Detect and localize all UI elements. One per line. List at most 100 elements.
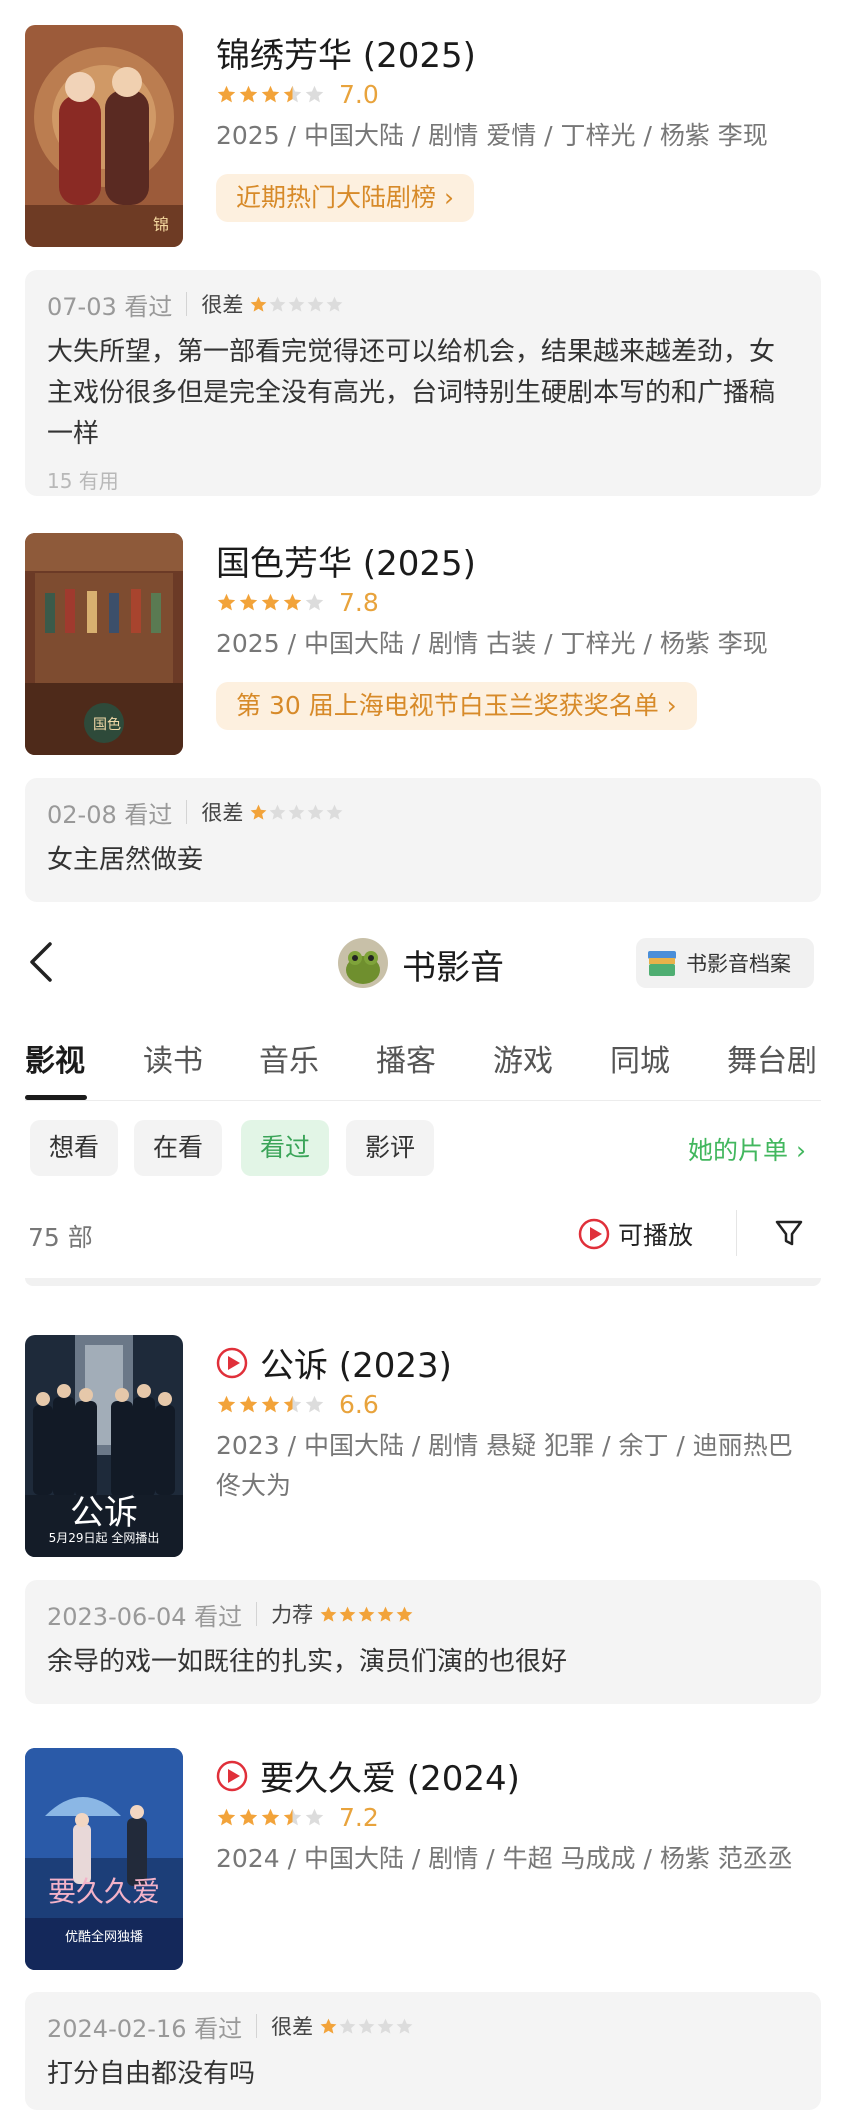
play-circle-icon (216, 1760, 248, 1791)
filter-watching[interactable]: 在看 (134, 1120, 222, 1176)
poster-title-text: 要久久爱 (47, 1875, 160, 1908)
star-icon (288, 804, 305, 820)
star-icon (283, 1395, 302, 1412)
review-stars (319, 1605, 414, 1624)
review-stars (319, 2017, 414, 2036)
review-card-2[interactable]: 2023-06-04 看过 力荐 余导的戏一如既往的扎实，演员们演的也很好 (25, 1580, 821, 1704)
poster-yaojiujiuai[interactable]: 要久久爱 优酷全网独播 (25, 1748, 183, 1970)
star-icon (217, 1808, 236, 1825)
meta-3: 2024 / 中国大陆 / 剧情 / 牛超 马成成 / 杨紫 范丞丞 (216, 1844, 793, 1873)
meta-0: 2025 / 中国大陆 / 剧情 爱情 / 丁梓光 / 杨紫 李现 (216, 121, 768, 150)
star-icon (377, 1606, 394, 1622)
avatar[interactable] (338, 938, 388, 988)
star-icon (261, 593, 280, 610)
review-card-0[interactable]: 07-03 看过 很差 大失所望，第一部看完觉得还可以给机会，结果越来越差劲，女… (25, 270, 821, 496)
page-title: 书影音 (402, 948, 504, 988)
review-card-3[interactable]: 2024-02-16 看过 很差 打分自由都没有吗 (25, 1992, 821, 2110)
chart-tag-0[interactable]: 近期热门大陆剧榜 › (216, 174, 474, 222)
svg-text:锦: 锦 (153, 215, 169, 234)
star-icon (307, 804, 324, 820)
score-2: 6.6 (339, 1389, 379, 1419)
star-rating (216, 592, 325, 613)
filter-watched[interactable]: 看过 (241, 1120, 329, 1176)
poster-gongsu[interactable]: 公诉 5月29日起 全网播出 (25, 1335, 183, 1557)
divider (186, 292, 188, 316)
star-icon (377, 2018, 394, 2034)
back-button[interactable] (22, 938, 62, 986)
star-icon (396, 1606, 413, 1622)
title-2-row[interactable]: 公诉 (2023) (216, 1338, 452, 1387)
star-icon (396, 2018, 413, 2034)
archive-box-icon (648, 951, 676, 976)
rating-3: 7.2 (216, 1801, 379, 1833)
archive-button[interactable]: 书影音档案 (636, 938, 814, 988)
tab-music[interactable]: 音乐 (259, 1036, 319, 1080)
poster-guose[interactable]: 国色 (25, 533, 183, 755)
star-icon (269, 804, 286, 820)
filter-reviews[interactable]: 影评 (346, 1120, 434, 1176)
play-circle-icon (216, 1347, 248, 1378)
poster-subtitle-text: 5月29日起 全网播出 (48, 1531, 160, 1545)
funnel-icon (775, 1220, 803, 1246)
poster-guose-art: 国色 (25, 533, 183, 755)
title-3-row[interactable]: 要久久爱 (2024) (216, 1751, 520, 1800)
poster-jinxiu[interactable]: 锦 (25, 25, 183, 247)
play-circle-icon (578, 1218, 610, 1250)
star-icon (239, 1808, 258, 1825)
tab-books[interactable]: 读书 (143, 1036, 203, 1080)
review-date: 2024-02-16 看过 (47, 2014, 243, 2043)
score-1: 7.8 (339, 587, 379, 617)
review-stars (249, 295, 344, 314)
star-icon (269, 296, 286, 312)
star-icon (326, 296, 343, 312)
divider (256, 2014, 258, 2038)
review-card-1[interactable]: 02-08 看过 很差 女主居然做妾 (25, 778, 821, 902)
star-icon (320, 1606, 337, 1622)
filter-button[interactable] (772, 1216, 806, 1254)
review-grade: 很差 (201, 801, 244, 825)
poster-jinxiu-art: 锦 (25, 25, 183, 247)
star-icon (217, 1395, 236, 1412)
star-icon (283, 593, 302, 610)
title-0[interactable]: 锦绣芳华 (2025) (216, 28, 476, 77)
title-3: 要久久爱 (2024) (260, 1759, 520, 1799)
star-icon (305, 1395, 324, 1412)
rating-2: 6.6 (216, 1388, 379, 1420)
useful-count[interactable]: 15 有用 (47, 465, 799, 494)
frog-avatar-icon (338, 938, 388, 988)
review-date: 02-08 看过 (47, 800, 173, 829)
playable-label: 可播放 (618, 1221, 694, 1250)
star-rating (216, 1807, 325, 1828)
filter-want[interactable]: 想看 (30, 1120, 118, 1176)
review-grade: 很差 (271, 2015, 314, 2039)
star-icon (339, 1606, 356, 1622)
chart-tag-1[interactable]: 第 30 届上海电视节白玉兰奖获奖名单 › (216, 682, 697, 730)
star-icon (250, 296, 267, 312)
score-3: 7.2 (339, 1802, 379, 1832)
svg-text:国色: 国色 (93, 716, 121, 733)
star-icon (326, 804, 343, 820)
chevron-left-icon (30, 942, 52, 982)
star-icon (358, 2018, 375, 2034)
title-1[interactable]: 国色芳华 (2025) (216, 536, 476, 585)
her-list-link[interactable]: 她的片单 › (688, 1131, 806, 1167)
tab-games[interactable]: 游戏 (493, 1036, 553, 1080)
star-icon (261, 85, 280, 102)
rating-0: 7.0 (216, 78, 379, 110)
poster-subtitle-text: 优酷全网独播 (64, 1930, 143, 1945)
star-rating (216, 1394, 325, 1415)
archive-button-label: 书影音档案 (686, 952, 791, 976)
star-icon (283, 85, 302, 102)
star-icon (358, 1606, 375, 1622)
divider (736, 1210, 737, 1256)
tab-local[interactable]: 同城 (610, 1036, 670, 1080)
tab-podcast[interactable]: 播客 (376, 1036, 436, 1080)
rating-1: 7.8 (216, 586, 379, 618)
tab-film[interactable]: 影视 (25, 1036, 85, 1080)
star-icon (320, 2018, 337, 2034)
review-text: 余导的戏一如既往的扎实，演员们演的也很好 (47, 1647, 568, 1677)
tabs-divider (25, 1100, 821, 1101)
playable-toggle[interactable]: 可播放 (578, 1216, 693, 1252)
review-grade: 很差 (201, 293, 244, 317)
tab-stage[interactable]: 舞台剧 (727, 1036, 817, 1080)
